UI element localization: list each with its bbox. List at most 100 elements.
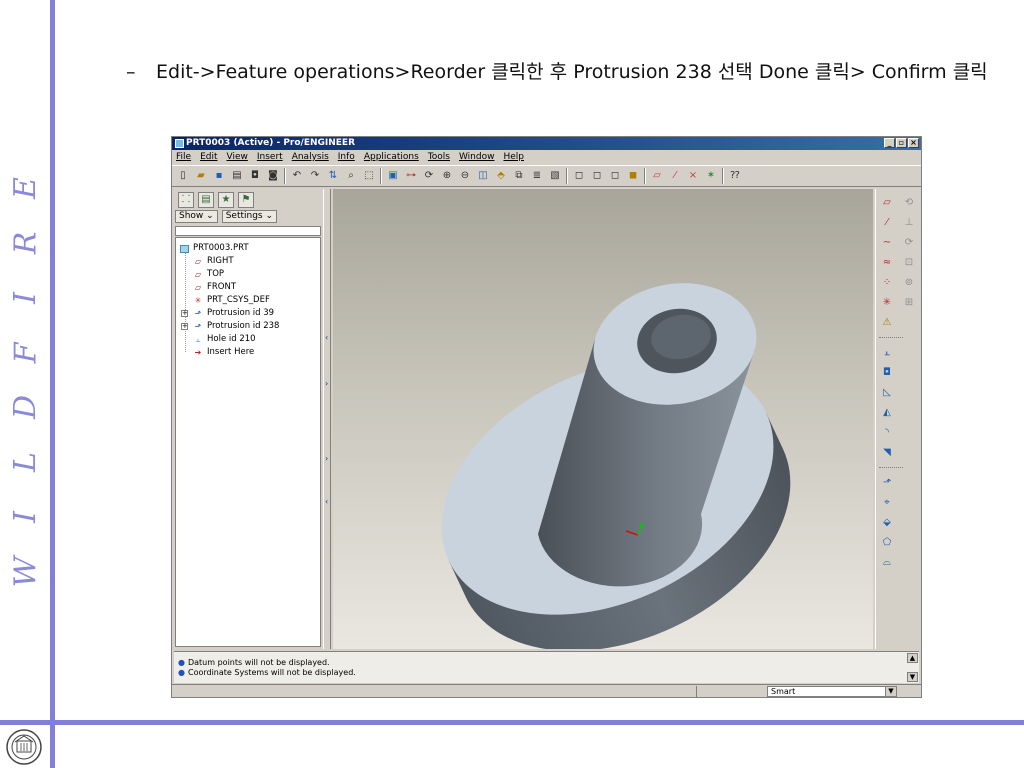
undo-icon[interactable]: ↶ <box>290 169 304 183</box>
tree-item-protrusion-39[interactable]: + ⬏ Protrusion id 39 <box>181 307 274 320</box>
tree-item-label: Insert Here <box>207 347 255 357</box>
round-tool-icon[interactable]: ◝ <box>879 425 895 441</box>
message-scroll-down-icon[interactable]: ▼ <box>907 672 918 682</box>
expand-right-icon[interactable]: › <box>325 379 328 388</box>
connections-tab-icon[interactable]: ⚑ <box>238 192 254 208</box>
mirror-icon[interactable]: ⊥ <box>901 215 917 231</box>
trim-icon[interactable]: ⊡ <box>901 255 917 271</box>
saved-views-icon[interactable]: ⧉ <box>512 169 526 183</box>
context-help-icon[interactable]: ⁇ <box>728 169 742 183</box>
close-button[interactable]: × <box>908 138 919 148</box>
menu-file[interactable]: File <box>176 151 191 164</box>
tree-item-insert-here[interactable]: ➔ Insert Here <box>192 346 255 359</box>
tree-filter-field[interactable] <box>175 226 321 236</box>
tree-item-front[interactable]: ▱ FRONT <box>192 281 236 294</box>
merge-icon[interactable]: ⟳ <box>901 235 917 251</box>
navigator-splitter[interactable]: ‹ › › ‹ <box>323 189 331 649</box>
tree-item-protrusion-238[interactable]: + ⬏ Protrusion id 238 <box>181 320 279 333</box>
blend-tool-icon[interactable]: ⬠ <box>879 535 895 551</box>
redefine-icon[interactable]: ⟲ <box>901 195 917 211</box>
menu-view[interactable]: View <box>227 151 248 164</box>
view-manager-icon[interactable]: ▧ <box>548 169 562 183</box>
draft-tool-icon[interactable]: ◭ <box>879 405 895 421</box>
window-titlebar[interactable]: PRT0003 (Active) - Pro/ENGINEER _ ▫ × <box>172 137 921 150</box>
datum-plane-tool-icon[interactable]: ▱ <box>879 195 895 211</box>
datum-points-toggle-icon[interactable]: × <box>686 169 700 183</box>
reorient-icon[interactable]: ⬘ <box>494 169 508 183</box>
datum-planes-toggle-icon[interactable]: ▱ <box>650 169 664 183</box>
find-icon[interactable]: ⌕ <box>344 169 358 183</box>
layers-icon[interactable]: ≣ <box>530 169 544 183</box>
hole-tool-icon[interactable]: ⫠ <box>879 345 895 361</box>
menu-applications[interactable]: Applications <box>364 151 419 164</box>
tree-item-top[interactable]: ▱ TOP <box>192 268 224 281</box>
orient-mode-icon[interactable]: ⟳ <box>422 169 436 183</box>
settings-dropdown[interactable]: Settings ⌄ <box>221 210 278 223</box>
new-file-icon[interactable]: ▯ <box>176 169 190 183</box>
shading-icon[interactable]: ◼ <box>626 169 640 183</box>
datum-point-icon[interactable]: ⁘ <box>879 275 895 291</box>
coordinate-system-tool-icon[interactable]: ✳ <box>879 295 895 311</box>
tree-item-hole-210[interactable]: ⫠ Hole id 210 <box>192 333 256 346</box>
refit-icon[interactable]: ◫ <box>476 169 490 183</box>
zoom-out-icon[interactable]: ⊖ <box>458 169 472 183</box>
show-dropdown[interactable]: Show ⌄ <box>175 210 218 223</box>
datum-axes-toggle-icon[interactable]: ⁄ <box>668 169 682 183</box>
datum-curve-icon[interactable]: ≈ <box>879 255 895 271</box>
restore-button[interactable]: ▫ <box>896 138 907 148</box>
send-icon[interactable]: ◙ <box>266 169 280 183</box>
wireframe-icon[interactable]: ◻ <box>572 169 586 183</box>
model-tree-tab-icon[interactable]: ⸬ <box>178 192 194 208</box>
expand-toggle[interactable]: + <box>181 310 188 317</box>
variable-sweep-icon[interactable]: ⬙ <box>879 515 895 531</box>
datum-axis-tool-icon[interactable]: ⁄ <box>879 215 895 231</box>
zoom-in-icon[interactable]: ⊕ <box>440 169 454 183</box>
tree-item-csys[interactable]: ✳ PRT_CSYS_DEF <box>192 294 270 307</box>
menu-edit[interactable]: Edit <box>200 151 217 164</box>
folder-browser-tab-icon[interactable]: ▤ <box>198 192 214 208</box>
menu-analysis[interactable]: Analysis <box>292 151 329 164</box>
print-icon[interactable]: ▤ <box>230 169 244 183</box>
shell-tool-icon[interactable]: ◘ <box>879 365 895 381</box>
tree-item-root[interactable]: PRT0003.PRT <box>180 242 249 255</box>
rib-tool-icon[interactable]: ◺ <box>879 385 895 401</box>
tree-controls: Show ⌄ Settings ⌄ <box>175 210 321 224</box>
menu-tools[interactable]: Tools <box>428 151 450 164</box>
open-folder-icon[interactable]: ▰ <box>194 169 208 183</box>
chamfer-tool-icon[interactable]: ◥ <box>879 445 895 461</box>
extrude-tool-icon[interactable]: ⬏ <box>879 475 895 491</box>
offset-icon[interactable]: ⊚ <box>901 275 917 291</box>
menu-info[interactable]: Info <box>338 151 355 164</box>
menu-insert[interactable]: Insert <box>257 151 283 164</box>
selection-filter-select[interactable]: Smart ▼ <box>767 686 897 697</box>
spin-center-icon[interactable]: ⊶ <box>404 169 418 183</box>
window-title: PRT0003 (Active) - Pro/ENGINEER <box>186 138 356 148</box>
sketched-curve-icon[interactable]: ∼ <box>879 235 895 251</box>
csys-toggle-icon[interactable]: ✶ <box>704 169 718 183</box>
email-icon[interactable]: ◘ <box>248 169 262 183</box>
selection-box-icon[interactable]: ⬚ <box>362 169 376 183</box>
style-tool-icon[interactable]: ⌓ <box>879 555 895 571</box>
repaint-icon[interactable]: ▣ <box>386 169 400 183</box>
expand-toggle[interactable]: + <box>181 323 188 330</box>
redo-icon[interactable]: ↷ <box>308 169 322 183</box>
graphics-viewport[interactable] <box>333 189 873 649</box>
chevron-down-icon[interactable]: ▼ <box>885 687 896 696</box>
revolve-tool-icon[interactable]: ⌖ <box>879 495 895 511</box>
hidden-line-icon[interactable]: ◻ <box>590 169 604 183</box>
collapse-left-icon[interactable]: ‹ <box>325 333 328 342</box>
favorites-tab-icon[interactable]: ★ <box>218 192 234 208</box>
no-hidden-icon[interactable]: ◻ <box>608 169 622 183</box>
minimize-button[interactable]: _ <box>884 138 895 148</box>
regenerate-icon[interactable]: ⇅ <box>326 169 340 183</box>
analysis-feature-icon[interactable]: ⚠ <box>879 315 895 331</box>
expand-right-icon[interactable]: › <box>325 454 328 463</box>
pattern-icon[interactable]: ⊞ <box>901 295 917 311</box>
save-icon[interactable]: ▪ <box>212 169 226 183</box>
menu-help[interactable]: Help <box>503 151 524 164</box>
collapse-left-icon[interactable]: ‹ <box>325 497 328 506</box>
message-scroll-up-icon[interactable]: ▲ <box>907 653 918 663</box>
tree-item-right[interactable]: ▱ RIGHT <box>192 255 234 268</box>
menu-window[interactable]: Window <box>459 151 495 164</box>
toolbar-separator <box>566 168 568 184</box>
